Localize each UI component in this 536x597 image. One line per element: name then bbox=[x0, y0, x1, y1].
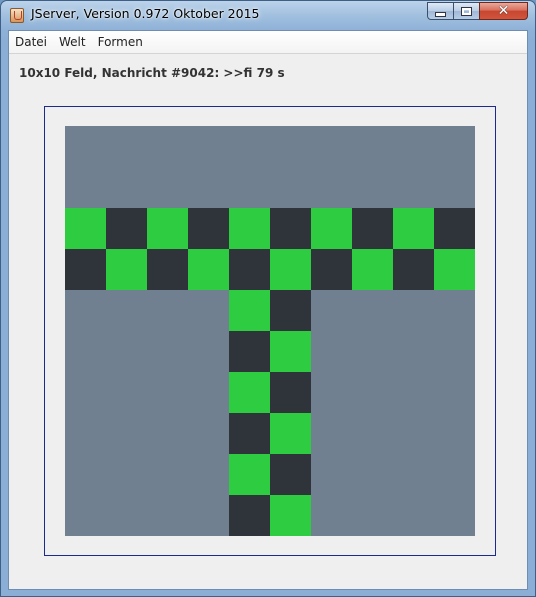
board-cell[interactable] bbox=[393, 249, 434, 290]
board-cell[interactable] bbox=[229, 372, 270, 413]
board-cell[interactable] bbox=[188, 208, 229, 249]
board-frame bbox=[44, 106, 496, 556]
board-cell[interactable] bbox=[270, 495, 311, 536]
board-cell[interactable] bbox=[65, 208, 106, 249]
board-cell[interactable] bbox=[147, 249, 188, 290]
menu-bar: Datei Welt Formen bbox=[9, 31, 527, 54]
board-cell[interactable] bbox=[352, 208, 393, 249]
close-icon: ✕ bbox=[497, 3, 510, 19]
maximize-icon bbox=[462, 7, 471, 15]
board-cell[interactable] bbox=[229, 331, 270, 372]
title-bar[interactable]: JServer, Version 0.972 Oktober 2015 ✕ bbox=[1, 1, 535, 30]
menu-datei[interactable]: Datei bbox=[9, 35, 53, 49]
app-window: JServer, Version 0.972 Oktober 2015 ✕ Da… bbox=[0, 0, 536, 597]
board-cell[interactable] bbox=[229, 290, 270, 331]
board-cell[interactable] bbox=[270, 413, 311, 454]
board-cell[interactable] bbox=[270, 249, 311, 290]
board-cell[interactable] bbox=[393, 208, 434, 249]
board-cell[interactable] bbox=[229, 454, 270, 495]
board-cell[interactable] bbox=[229, 249, 270, 290]
menu-welt[interactable]: Welt bbox=[53, 35, 92, 49]
board-cell[interactable] bbox=[229, 495, 270, 536]
board-cell[interactable] bbox=[311, 249, 352, 290]
minimize-button[interactable] bbox=[427, 2, 454, 20]
close-button[interactable]: ✕ bbox=[479, 2, 528, 20]
window-title: JServer, Version 0.972 Oktober 2015 bbox=[31, 6, 260, 21]
board-cell[interactable] bbox=[352, 249, 393, 290]
board-cell[interactable] bbox=[106, 208, 147, 249]
board-cell[interactable] bbox=[434, 208, 475, 249]
board-cell[interactable] bbox=[188, 249, 229, 290]
board-cell[interactable] bbox=[270, 372, 311, 413]
menu-formen[interactable]: Formen bbox=[92, 35, 149, 49]
board-cell[interactable] bbox=[270, 454, 311, 495]
board-cell[interactable] bbox=[311, 208, 352, 249]
board-cell[interactable] bbox=[270, 208, 311, 249]
board-cell[interactable] bbox=[65, 249, 106, 290]
board-cell[interactable] bbox=[106, 249, 147, 290]
board-cell[interactable] bbox=[270, 290, 311, 331]
client-area: Datei Welt Formen 10x10 Feld, Nachricht … bbox=[8, 30, 528, 590]
minimize-icon bbox=[435, 11, 446, 17]
board-cell[interactable] bbox=[270, 331, 311, 372]
java-cup-icon[interactable] bbox=[10, 8, 24, 23]
maximize-button[interactable] bbox=[453, 2, 480, 20]
board-cell[interactable] bbox=[229, 208, 270, 249]
status-message: 10x10 Feld, Nachricht #9042: >>fi 79 s bbox=[19, 66, 285, 80]
board-cell[interactable] bbox=[147, 208, 188, 249]
board-cell[interactable] bbox=[434, 249, 475, 290]
game-board[interactable] bbox=[65, 126, 475, 536]
board-cell[interactable] bbox=[229, 413, 270, 454]
